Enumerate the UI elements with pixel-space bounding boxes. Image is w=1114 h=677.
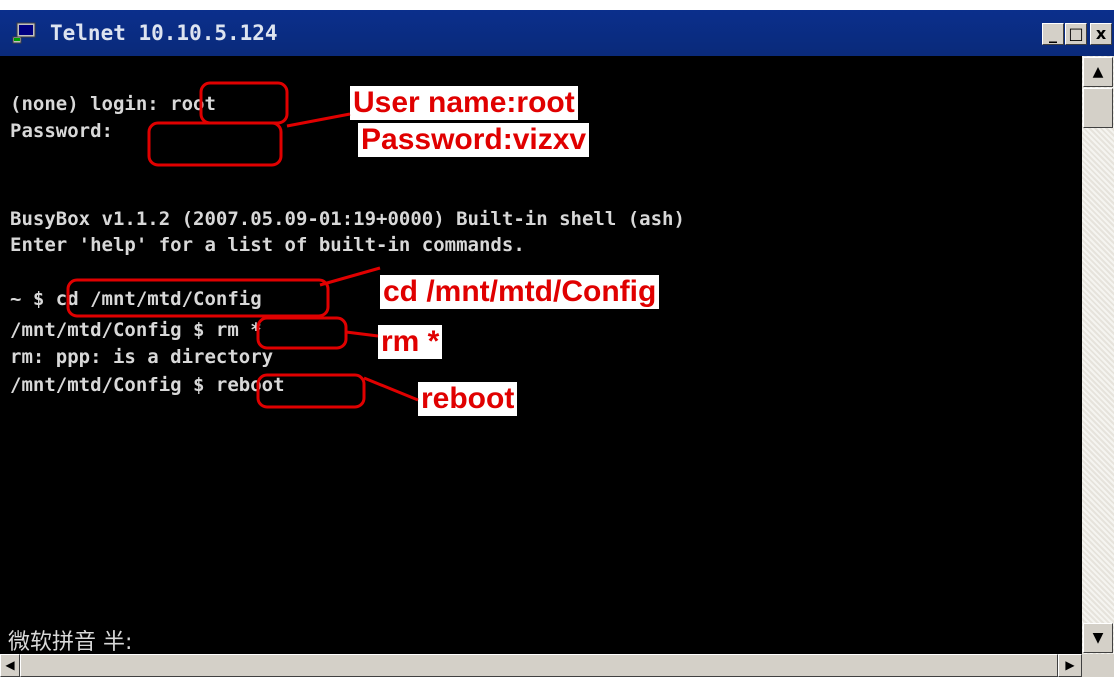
horizontal-scrollbar[interactable]: ◀ ▶	[0, 654, 1082, 677]
minimize-button[interactable]: _	[1042, 23, 1064, 45]
horizontal-scroll-thumb[interactable]	[20, 654, 1058, 677]
maximize-button[interactable]: □	[1065, 23, 1087, 45]
terminal-line-reboot: /mnt/mtd/Config $ reboot	[10, 374, 285, 396]
arrow-left-icon[interactable]: ◀	[0, 654, 20, 677]
resize-grip[interactable]	[1082, 654, 1114, 677]
annotation-password: Password:vizxv	[358, 123, 590, 157]
telnet-terminal-icon	[12, 22, 36, 44]
vertical-scrollbar[interactable]: ▲ ▼	[1082, 56, 1114, 654]
terminal-line-login: (none) login: root	[10, 93, 216, 115]
terminal-line-password: Password:	[10, 120, 113, 142]
terminal-line-help: Enter 'help' for a list of built-in comm…	[10, 234, 525, 256]
ime-status-bar[interactable]: 微软拼音 半:	[8, 624, 132, 656]
close-button[interactable]: x	[1090, 23, 1112, 45]
annotation-reboot: reboot	[418, 382, 518, 416]
telnet-window: Telnet 10.10.5.124 _ □ x (none) login: r…	[0, 0, 1114, 677]
annotation-cd: cd /mnt/mtd/Config	[380, 275, 660, 309]
annotation-username: User name:root	[350, 86, 578, 120]
window-title: Telnet 10.10.5.124	[50, 21, 278, 45]
vertical-scroll-thumb[interactable]	[1083, 88, 1113, 128]
terminal-line-rm-error: rm: ppp: is a directory	[10, 346, 274, 368]
arrow-right-icon[interactable]: ▶	[1058, 654, 1082, 677]
terminal-line-cd: ~ $ cd /mnt/mtd/Config	[10, 288, 262, 310]
arrow-up-icon[interactable]: ▲	[1083, 57, 1113, 87]
terminal-line-rm: /mnt/mtd/Config $ rm *	[10, 319, 262, 341]
annotation-rm: rm *	[378, 325, 443, 359]
terminal-line-busybox: BusyBox v1.1.2 (2007.05.09-01:19+0000) B…	[10, 208, 685, 230]
title-bar[interactable]: Telnet 10.10.5.124 _ □ x	[0, 10, 1114, 56]
arrow-down-icon[interactable]: ▼	[1083, 623, 1113, 653]
